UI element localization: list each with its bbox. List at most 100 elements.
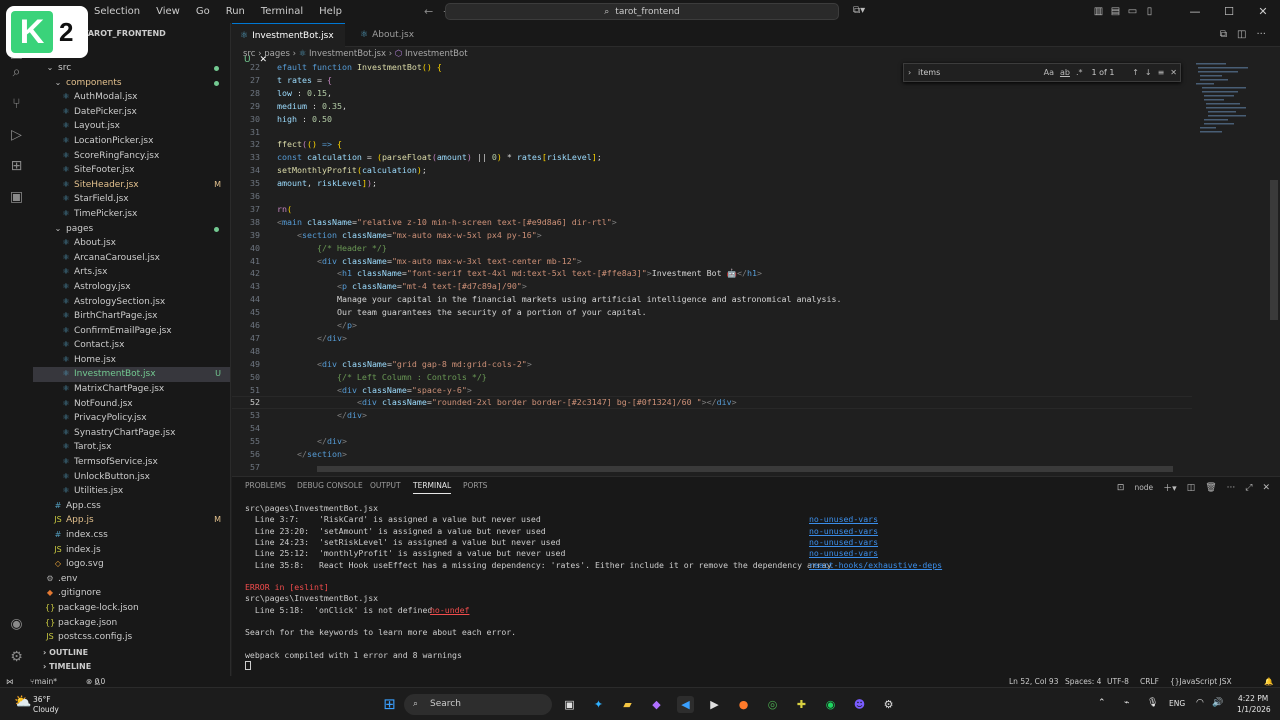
code-line[interactable]: high : 0.50 bbox=[277, 114, 332, 124]
code-line[interactable]: <div className="grid gap-8 md:grid-cols-… bbox=[277, 359, 532, 369]
command-center[interactable]: ⌕ tarot_frontend bbox=[445, 3, 839, 20]
eslint-rule-link[interactable]: no-undef bbox=[430, 605, 469, 615]
chrome-icon[interactable]: ◎ bbox=[764, 696, 781, 713]
file-item[interactable]: JS postcss.config.js bbox=[33, 630, 230, 645]
file-item[interactable]: {} package-lock.json bbox=[33, 601, 230, 616]
copilot-icon[interactable]: ⧉▾ bbox=[853, 5, 865, 16]
chevron-up-icon[interactable]: ⌃ bbox=[1098, 698, 1106, 708]
add-terminal-icon[interactable]: ＋▾ bbox=[1163, 481, 1177, 494]
code-line[interactable]: </section> bbox=[277, 449, 347, 459]
run-debug-icon[interactable]: ▷ bbox=[8, 127, 25, 144]
file-item[interactable]: ⚛ LocationPicker.jsx bbox=[33, 134, 230, 149]
file-item[interactable]: ⚛ MatrixChartPage.jsx bbox=[33, 382, 230, 397]
file-item[interactable]: ⚛ Home.jsx bbox=[33, 353, 230, 368]
account-icon[interactable]: ◉ bbox=[8, 616, 25, 633]
volume-icon[interactable]: 🔊 bbox=[1212, 698, 1223, 708]
file-item[interactable]: ⚛ Utilities.jsx bbox=[33, 484, 230, 499]
match-case-button[interactable]: Aa bbox=[1044, 68, 1054, 77]
more-actions-icon[interactable]: ··· bbox=[1227, 483, 1236, 493]
task-view-icon[interactable]: ▣ bbox=[561, 696, 578, 713]
tab-terminal[interactable]: TERMINAL bbox=[413, 481, 452, 494]
eol[interactable]: CRLF bbox=[1140, 676, 1159, 687]
minimap[interactable] bbox=[1192, 61, 1268, 474]
back-icon[interactable]: ← bbox=[424, 5, 433, 18]
bell-icon[interactable]: 🔔 bbox=[1264, 676, 1273, 687]
visual-studio-icon[interactable]: ◆ bbox=[648, 696, 665, 713]
layout-panel-bottom-icon[interactable]: ▭ bbox=[1124, 6, 1141, 17]
folder-components[interactable]: ⌄ components bbox=[33, 76, 230, 91]
file-item[interactable]: ⚛ UnlockButton.jsx bbox=[33, 470, 230, 485]
vscode-icon[interactable]: ◀ bbox=[677, 696, 694, 713]
tab-about[interactable]: ⚛ About.jsx bbox=[346, 23, 426, 47]
code-line[interactable]: t rates = { bbox=[277, 75, 332, 85]
menu-selection[interactable]: Selection bbox=[86, 6, 148, 17]
file-item[interactable]: ⚛ PrivacyPolicy.jsx bbox=[33, 411, 230, 426]
vertical-scrollbar[interactable] bbox=[1270, 180, 1278, 320]
powershell-icon[interactable]: ▶ bbox=[706, 696, 723, 713]
file-item[interactable]: ⚛ TermsofService.jsx bbox=[33, 455, 230, 470]
clock-date[interactable]: 1/1/2026 bbox=[1237, 705, 1271, 714]
layout-panel-icon[interactable]: ▤ bbox=[1107, 6, 1124, 17]
file-item[interactable]: ⚛ AuthModal.jsx bbox=[33, 90, 230, 105]
split-editor-icon[interactable]: ◫ bbox=[1237, 29, 1246, 40]
file-item[interactable]: ⚛ AstrologySection.jsx bbox=[33, 295, 230, 310]
shell-label[interactable]: node bbox=[1134, 483, 1153, 492]
code-line[interactable]: <section className="mx-auto max-w-5xl px… bbox=[277, 230, 542, 240]
menu-help[interactable]: Help bbox=[311, 6, 350, 17]
more-actions-icon[interactable]: ··· bbox=[1256, 29, 1266, 40]
extensions-icon[interactable]: ⊞ bbox=[8, 158, 25, 175]
code-line[interactable]: Our team guarantees the security of a po… bbox=[277, 307, 647, 317]
firefox-icon[interactable]: ● bbox=[735, 696, 752, 713]
file-item[interactable]: ⚛ DatePicker.jsx bbox=[33, 105, 230, 120]
outline-section[interactable]: › OUTLINE bbox=[33, 646, 230, 660]
minimize-button[interactable]: — bbox=[1178, 5, 1212, 18]
file-item[interactable]: ⚛ ConfirmEmailPage.jsx bbox=[33, 324, 230, 339]
code-line[interactable]: <p className="mt-4 text-[#d7c89a]/90"> bbox=[277, 281, 527, 291]
language-indicator[interactable]: ENG bbox=[1169, 699, 1185, 708]
menu-go[interactable]: Go bbox=[188, 6, 218, 17]
code-line[interactable]: const calculation = (parseFloat(amount) … bbox=[277, 152, 602, 162]
encoding[interactable]: UTF-8 bbox=[1107, 676, 1129, 687]
indentation[interactable]: Spaces: 4 bbox=[1065, 676, 1101, 687]
settings-app-icon[interactable]: ⚙ bbox=[880, 696, 897, 713]
code-line[interactable]: </div> bbox=[277, 333, 347, 343]
remote-explorer-icon[interactable]: ▣ bbox=[8, 189, 25, 206]
code-line[interactable]: </div> bbox=[277, 436, 347, 446]
maximize-panel-icon[interactable]: ⤢ bbox=[1245, 483, 1252, 493]
code-line[interactable]: ffect(() => { bbox=[277, 139, 342, 149]
taskbar-search[interactable]: ⌕ Search bbox=[404, 694, 552, 715]
file-item[interactable]: ⚛ Arts.jsx bbox=[33, 265, 230, 280]
file-item[interactable]: ⚛ SiteHeader.jsx M bbox=[33, 178, 230, 193]
tab-ports[interactable]: PORTS bbox=[463, 481, 487, 490]
code-line[interactable]: {/* Header */} bbox=[277, 243, 387, 253]
eslint-rule-link[interactable]: no-unused-vars bbox=[809, 526, 878, 536]
eslint-rule-link[interactable]: no-unused-vars bbox=[809, 537, 878, 547]
code-line[interactable]: </p> bbox=[277, 320, 357, 330]
language-mode[interactable]: {} JavaScript JSX bbox=[1170, 676, 1232, 687]
microphone-icon[interactable]: 🎙 bbox=[1147, 698, 1158, 708]
tab-debug-console[interactable]: DEBUG CONSOLE bbox=[297, 481, 363, 490]
trash-icon[interactable]: 🗑 bbox=[1205, 483, 1216, 493]
cursor-position[interactable]: Ln 52, Col 93 bbox=[1009, 676, 1058, 687]
file-explorer-icon[interactable]: ▰ bbox=[619, 696, 636, 713]
discord-icon[interactable]: ☻ bbox=[851, 696, 868, 713]
file-item[interactable]: ⚛ NotFound.jsx bbox=[33, 397, 230, 412]
file-item[interactable]: ⚛ BirthChartPage.jsx bbox=[33, 309, 230, 324]
file-item[interactable]: ◆ .gitignore bbox=[33, 586, 230, 601]
file-item[interactable]: ⚙ .env bbox=[33, 572, 230, 587]
menu-terminal[interactable]: Terminal bbox=[253, 6, 311, 17]
file-item[interactable]: ⚛ SiteFooter.jsx bbox=[33, 163, 230, 178]
file-item[interactable]: # App.css bbox=[33, 499, 230, 514]
code-editor[interactable]: 22 efault function InvestmentBot() {27 t r… bbox=[232, 61, 1192, 474]
arrow-down-icon[interactable]: ↓ bbox=[1145, 68, 1152, 77]
tab-output[interactable]: OUTPUT bbox=[370, 481, 401, 490]
eslint-rule-link[interactable]: no-unused-vars bbox=[809, 514, 878, 524]
file-item[interactable]: ⚛ Contact.jsx bbox=[33, 338, 230, 353]
file-item[interactable]: ⚛ InvestmentBot.jsx U bbox=[33, 367, 230, 383]
file-item[interactable]: ⚛ StarField.jsx bbox=[33, 192, 230, 207]
horizontal-scrollbar[interactable] bbox=[317, 466, 1173, 472]
maximize-button[interactable]: ☐ bbox=[1212, 5, 1246, 18]
file-item[interactable]: ⚛ Layout.jsx bbox=[33, 119, 230, 134]
code-line[interactable]: setMonthlyProfit(calculation); bbox=[277, 165, 427, 175]
file-item[interactable]: ⚛ Tarot.jsx bbox=[33, 440, 230, 455]
